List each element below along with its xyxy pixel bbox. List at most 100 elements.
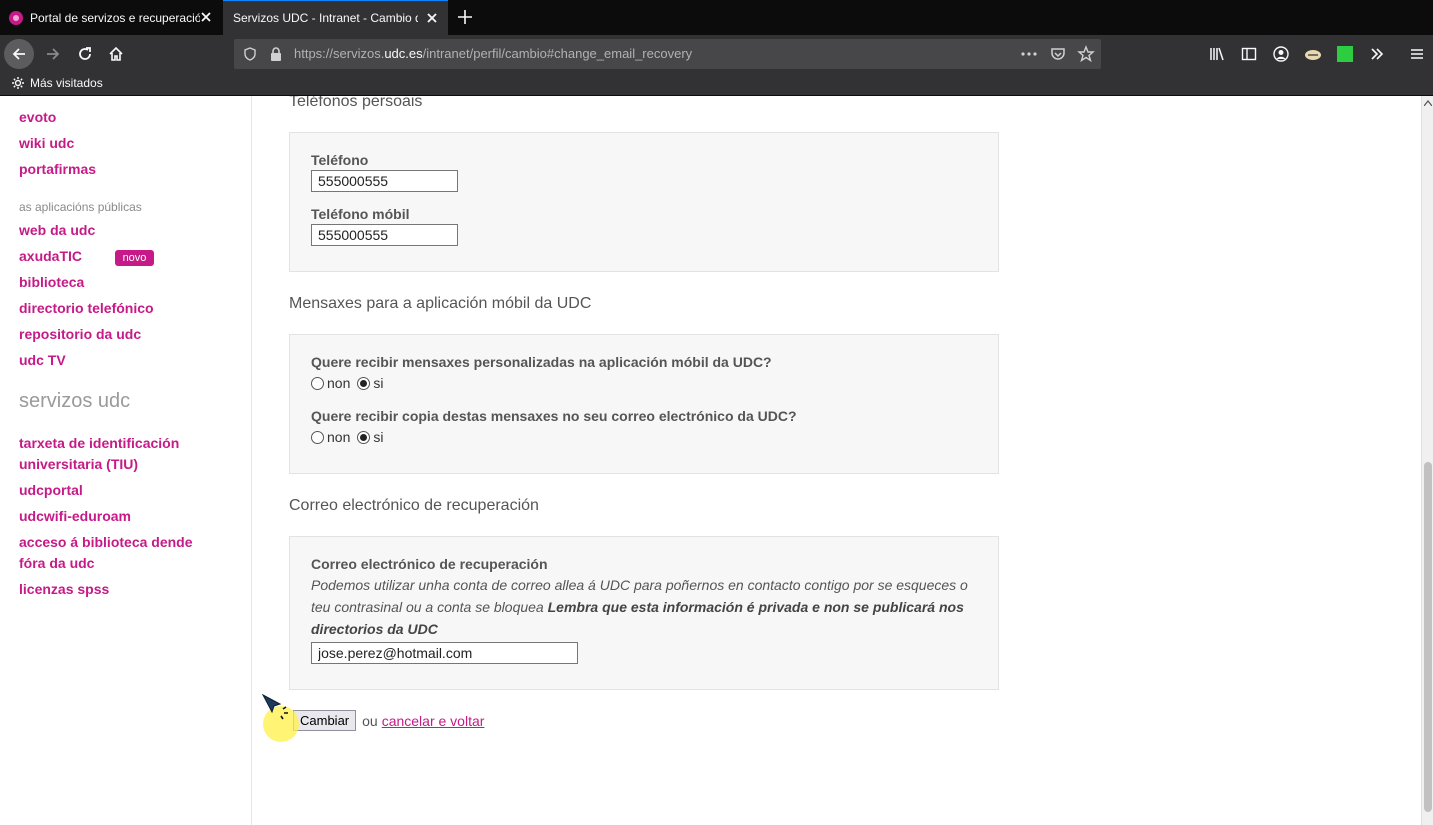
pocket-icon[interactable] — [1049, 45, 1067, 63]
cancel-link[interactable]: cancelar e voltar — [382, 713, 485, 729]
tracking-shield-icon[interactable] — [242, 46, 258, 62]
reload-button[interactable] — [70, 39, 100, 69]
more-actions-icon[interactable] — [1019, 44, 1039, 64]
page-viewport: evoto wiki udc portafirmas as aplicación… — [0, 96, 1421, 825]
extension-green-button[interactable] — [1329, 39, 1361, 69]
mouse-pointer-icon — [262, 694, 288, 720]
mobile-input[interactable] — [311, 224, 458, 246]
section-title-recovery: Correo electrónico de recuperación — [289, 497, 539, 514]
or-text: ou — [362, 712, 378, 729]
email-copy-options: non si — [311, 429, 383, 445]
sidebar-link-web-da-udc[interactable]: web da udc — [19, 220, 95, 241]
sidebar-icon — [1241, 47, 1257, 61]
scroll-up-icon[interactable] — [1424, 100, 1432, 106]
left-sidebar: evoto wiki udc portafirmas as aplicación… — [0, 96, 252, 825]
sidebar-link-portafirmas[interactable]: portafirmas — [19, 159, 96, 180]
navigation-toolbar: https://servizos.udc.es/intranet/perfil/… — [0, 35, 1433, 72]
tab-label: Portal de servizos e recuperación — [30, 10, 200, 25]
udc-favicon-icon — [9, 10, 23, 25]
section-title-messages: Mensaxes para a aplicación móbil da UDC — [289, 295, 592, 312]
sidebar-link-licenzas-spss[interactable]: licenzas spss — [19, 579, 109, 600]
library-button[interactable] — [1201, 39, 1233, 69]
sidebar-link-biblioteca[interactable]: biblioteca — [19, 272, 84, 293]
scrollbar-thumb[interactable] — [1424, 462, 1432, 812]
arrow-left-icon — [12, 48, 25, 60]
bookmarks-toolbar: Más visitados — [0, 72, 1433, 96]
url-text[interactable]: https://servizos.udc.es/intranet/perfil/… — [294, 46, 692, 61]
reload-icon — [79, 47, 91, 60]
sidebar-section-public: as aplicacións públicas — [19, 200, 142, 214]
sidebar-link-udcwifi[interactable]: udcwifi-eduroam — [19, 506, 131, 527]
hamburger-menu-icon — [1411, 49, 1423, 59]
email-copy-no-radio[interactable] — [311, 430, 324, 444]
page-scrollbar[interactable] — [1421, 96, 1433, 825]
app-messages-options: non si — [311, 375, 383, 391]
sidebar-link-axudatic[interactable]: axudaTIC — [19, 246, 82, 267]
email-copy-yes-radio[interactable] — [357, 430, 371, 444]
phone-input[interactable] — [311, 170, 458, 192]
sidebar-link-directorio[interactable]: directorio telefónico — [19, 298, 154, 319]
library-icon — [1210, 47, 1224, 61]
bookmark-most-visited[interactable]: Más visitados — [11, 76, 103, 90]
extension-button[interactable] — [1297, 39, 1329, 69]
toolbar-right — [1201, 39, 1433, 69]
app-messages-no-radio[interactable] — [311, 376, 324, 390]
chevron-double-right-icon — [1371, 48, 1384, 60]
sidebar-link-udcportal[interactable]: udcportal — [19, 480, 83, 501]
form-actions: Cambiar ou cancelar e voltar — [289, 710, 484, 731]
url-path: /intranet/perfil/cambio#change_email_rec… — [422, 46, 693, 61]
cambiar-button[interactable]: Cambiar — [293, 710, 357, 731]
gear-icon — [12, 77, 24, 89]
close-tab-icon[interactable] — [424, 10, 440, 26]
sidebar-link-biblioteca-remota-line1[interactable]: acceso á biblioteca dende — [19, 532, 193, 553]
recovery-email-label: Correo electrónico de recuperación — [311, 556, 548, 572]
mobile-label: Teléfono móbil — [311, 206, 410, 222]
question-app-messages: Quere recibir mensaxes personalizadas na… — [311, 354, 772, 370]
tab-strip: Portal de servizos e recuperación Serviz… — [0, 0, 1433, 35]
sidebar-link-evoto[interactable]: evoto — [19, 107, 56, 128]
question-email-copy: Quere recibir copia destas mensaxes no s… — [311, 408, 797, 424]
recovery-help-text: Podemos utilizar unha conta de correo al… — [311, 574, 981, 640]
overflow-menu-button[interactable] — [1361, 39, 1393, 69]
tab-label: Servizos UDC - Intranet - Cambio de — [233, 11, 418, 25]
back-button[interactable] — [4, 39, 34, 69]
option-label-yes: si — [373, 429, 384, 445]
extension-cloud-icon — [1305, 50, 1321, 60]
url-prefix: https://servizos. — [294, 46, 385, 61]
account-icon — [1273, 46, 1289, 62]
home-button[interactable] — [101, 39, 131, 69]
new-tab-icon[interactable] — [455, 7, 475, 27]
option-label-no: non — [327, 429, 351, 445]
bookmark-star-icon[interactable] — [1077, 45, 1095, 63]
lock-icon[interactable] — [269, 46, 283, 62]
bookmark-label: Más visitados — [30, 76, 103, 90]
option-label-no: non — [327, 375, 351, 391]
sidebar-heading-services: servizos udc — [19, 390, 131, 412]
sidebar-button[interactable] — [1233, 39, 1265, 69]
option-label-yes: si — [373, 375, 384, 391]
messages-fieldset: Quere recibir mensaxes personalizadas na… — [289, 334, 999, 474]
recovery-email-input[interactable] — [311, 642, 578, 664]
url-domain: udc.es — [384, 46, 423, 61]
recovery-fieldset: Correo electrónico de recuperación Podem… — [289, 536, 999, 690]
new-badge: novo — [115, 250, 154, 266]
sidebar-link-udc-tv[interactable]: udc TV — [19, 350, 66, 371]
sidebar-link-biblioteca-remota-line2[interactable]: fóra da udc — [19, 553, 94, 574]
tab-portal[interactable]: Portal de servizos e recuperación — [0, 0, 222, 35]
url-bar[interactable]: https://servizos.udc.es/intranet/perfil/… — [234, 39, 1101, 69]
app-messages-yes-radio[interactable] — [357, 376, 371, 390]
account-button[interactable] — [1265, 39, 1297, 69]
sidebar-link-repositorio[interactable]: repositorio da udc — [19, 324, 141, 345]
close-tab-icon[interactable] — [198, 9, 214, 25]
section-title-phones: Teléfonos persoais — [289, 96, 423, 110]
forward-button[interactable] — [38, 39, 68, 69]
sidebar-link-tiu-line2[interactable]: universitaria (TIU) — [19, 454, 138, 475]
green-square-icon — [1337, 46, 1353, 62]
main-menu-button[interactable] — [1401, 39, 1433, 69]
sidebar-link-wiki-udc[interactable]: wiki udc — [19, 133, 74, 154]
sidebar-link-tiu-line1[interactable]: tarxeta de identificación — [19, 433, 179, 454]
phones-fieldset: Teléfono Teléfono móbil — [289, 132, 999, 272]
tab-intranet[interactable]: Servizos UDC - Intranet - Cambio de — [223, 0, 448, 35]
url-actions — [1019, 44, 1095, 64]
arrow-right-icon — [47, 48, 60, 60]
